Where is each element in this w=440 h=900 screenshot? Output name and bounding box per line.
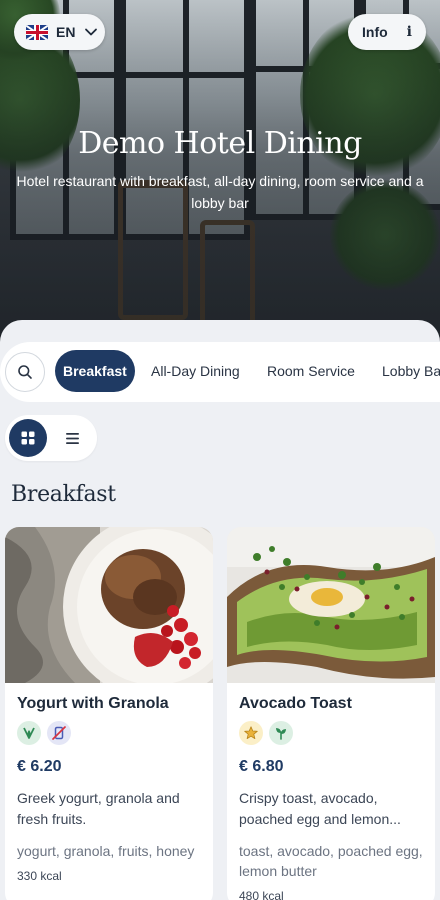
page-subtitle: Hotel restaurant with breakfast, all-day…	[16, 173, 424, 211]
grid-icon	[21, 431, 35, 445]
view-toggle	[5, 415, 97, 461]
tab-room-service[interactable]: Room Service	[267, 350, 355, 392]
language-selector[interactable]: EN	[14, 14, 105, 50]
list-view-button[interactable]	[61, 427, 83, 449]
item-description: Crispy toast, avocado, poached egg and l…	[239, 790, 401, 827]
diet-badges	[239, 721, 425, 745]
tab-all-day-dining[interactable]: All-Day Dining	[151, 350, 240, 392]
search-button[interactable]	[5, 352, 45, 392]
vegan-icon	[269, 721, 293, 745]
no-gluten-icon	[47, 721, 71, 745]
item-description: Greek yogurt, granola and fresh fruits.	[17, 790, 180, 827]
chevron-down-icon	[85, 28, 98, 36]
star-icon	[239, 721, 263, 745]
language-label: EN	[56, 24, 76, 40]
section-title: Breakfast	[11, 482, 116, 507]
tab-breakfast[interactable]: Breakfast	[55, 350, 135, 392]
avocado-toast-image	[227, 527, 435, 683]
item-ingredients: toast, avocado, poached egg, lemon butte…	[239, 843, 423, 879]
item-calories: 330 kcal	[17, 869, 62, 883]
search-icon	[18, 365, 32, 379]
hero-banner: EN Info i Demo Hotel Dining Hotel restau…	[0, 0, 440, 345]
menu-item-card[interactable]: Yogurt with Granola € 6.20 Greek yogurt,…	[5, 527, 213, 900]
yogurt-granola-image	[5, 527, 213, 683]
list-icon	[65, 432, 79, 444]
tab-lobby-bar[interactable]: Lobby Bar	[382, 350, 440, 392]
item-price: € 6.20	[17, 758, 62, 775]
menu-item-card[interactable]: Avocado Toast € 6.80 Crispy toast, avoca…	[227, 527, 435, 900]
item-price: € 6.80	[239, 758, 284, 775]
category-tabs: Breakfast All-Day Dining Room Service Lo…	[0, 342, 440, 402]
grid-view-button[interactable]	[9, 419, 47, 457]
page-title: Demo Hotel Dining	[78, 126, 362, 161]
info-icon: i	[406, 24, 412, 40]
vegetarian-icon	[17, 721, 41, 745]
item-name: Yogurt with Granola	[17, 695, 169, 712]
info-label: Info	[362, 24, 388, 40]
diet-badges	[17, 721, 203, 745]
uk-flag-icon	[26, 24, 48, 40]
item-calories: 480 kcal	[239, 889, 284, 900]
info-button[interactable]: Info i	[348, 14, 426, 50]
item-ingredients: yogurt, granola, fruits, honey	[17, 843, 195, 859]
item-name: Avocado Toast	[239, 695, 352, 712]
